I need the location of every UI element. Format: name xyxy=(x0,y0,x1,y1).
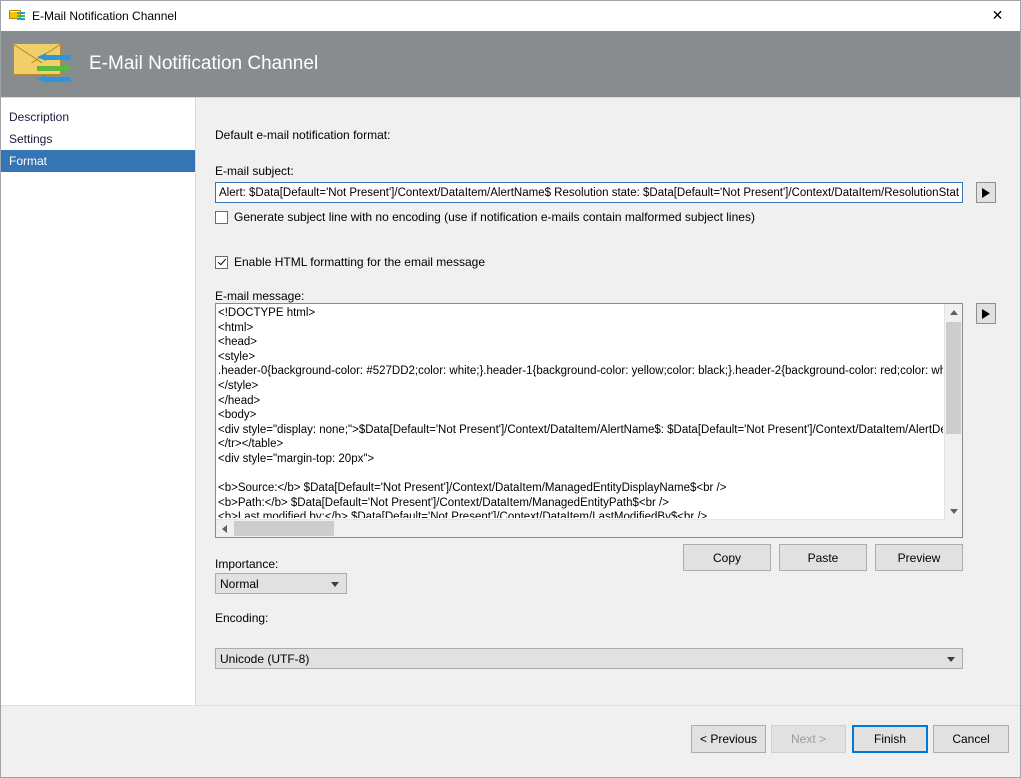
html-formatting-label: Enable HTML formatting for the email mes… xyxy=(234,255,485,269)
window-title: E-Mail Notification Channel xyxy=(32,9,975,23)
chevron-up-icon xyxy=(950,310,958,315)
cancel-button[interactable]: Cancel xyxy=(933,725,1009,753)
preview-button[interactable]: Preview xyxy=(875,544,963,571)
chevron-down-icon xyxy=(331,582,339,587)
vertical-scroll-thumb[interactable] xyxy=(946,322,961,434)
chevron-down-icon xyxy=(947,657,955,662)
copy-button[interactable]: Copy xyxy=(683,544,771,571)
horizontal-scroll-thumb[interactable] xyxy=(234,521,334,536)
header-banner: E-Mail Notification Channel xyxy=(1,31,1020,97)
no-encoding-checkbox[interactable] xyxy=(215,211,228,224)
sidebar-item-label: Format xyxy=(9,154,47,168)
html-formatting-checkbox[interactable] xyxy=(215,256,228,269)
scroll-down-button[interactable] xyxy=(945,503,962,520)
title-bar: E-Mail Notification Channel ✕ xyxy=(1,1,1020,31)
finish-button[interactable]: Finish xyxy=(852,725,928,753)
dialog-window: E-Mail Notification Channel ✕ E-Mail Not… xyxy=(0,0,1021,778)
sidebar-item-label: Settings xyxy=(9,132,52,146)
mail-sync-large-icon xyxy=(13,41,71,87)
html-formatting-checkbox-row[interactable]: Enable HTML formatting for the email mes… xyxy=(215,255,485,269)
horizontal-scrollbar[interactable] xyxy=(216,519,945,537)
section-label: Default e-mail notification format: xyxy=(215,128,390,142)
sidebar-item-settings[interactable]: Settings xyxy=(1,128,195,150)
sidebar-item-format[interactable]: Format xyxy=(1,150,195,172)
encoding-value: Unicode (UTF-8) xyxy=(220,652,309,666)
message-textarea[interactable]: <!DOCTYPE html> <html> <head> <style> .h… xyxy=(215,303,963,538)
sidebar: Description Settings Format xyxy=(1,98,196,705)
vertical-scrollbar[interactable] xyxy=(944,304,962,520)
importance-value: Normal xyxy=(220,577,259,591)
importance-label: Importance: xyxy=(215,557,278,571)
encoding-select[interactable]: Unicode (UTF-8) xyxy=(215,648,963,669)
scroll-up-button[interactable] xyxy=(945,304,962,321)
no-encoding-label: Generate subject line with no encoding (… xyxy=(234,210,755,224)
message-label: E-mail message: xyxy=(215,289,304,303)
chevron-down-icon xyxy=(950,509,958,514)
chevron-left-icon xyxy=(222,525,227,533)
format-panel: Default e-mail notification format: E-ma… xyxy=(196,98,1020,705)
previous-button[interactable]: < Previous xyxy=(691,725,766,753)
triangle-right-icon xyxy=(982,188,990,198)
message-insert-button[interactable] xyxy=(976,303,996,324)
sidebar-item-description[interactable]: Description xyxy=(1,106,195,128)
subject-insert-button[interactable] xyxy=(976,182,996,203)
encoding-label: Encoding: xyxy=(215,611,268,625)
paste-button[interactable]: Paste xyxy=(779,544,867,571)
page-title: E-Mail Notification Channel xyxy=(89,53,318,75)
dialog-body: Description Settings Format Default e-ma… xyxy=(1,97,1020,705)
next-button: Next > xyxy=(771,725,846,753)
dialog-footer: < Previous Next > Finish Cancel xyxy=(1,705,1020,777)
no-encoding-checkbox-row[interactable]: Generate subject line with no encoding (… xyxy=(215,210,755,224)
scroll-left-button[interactable] xyxy=(216,520,233,537)
scrollbar-corner xyxy=(945,520,962,537)
subject-input[interactable] xyxy=(215,182,963,203)
sidebar-item-label: Description xyxy=(9,110,69,124)
importance-select[interactable]: Normal xyxy=(215,573,347,594)
message-text: <!DOCTYPE html> <html> <head> <style> .h… xyxy=(218,306,943,518)
subject-label: E-mail subject: xyxy=(215,164,294,178)
close-icon[interactable]: ✕ xyxy=(975,1,1020,30)
mail-sync-icon xyxy=(9,8,25,24)
triangle-right-icon xyxy=(982,309,990,319)
